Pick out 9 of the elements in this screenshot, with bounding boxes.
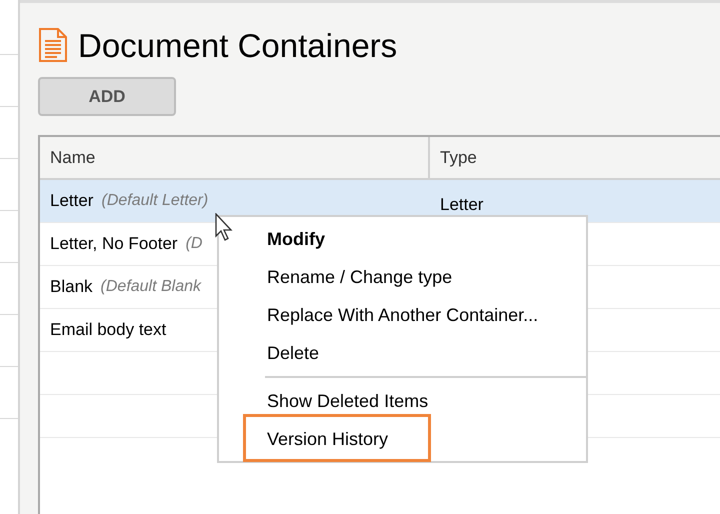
table-cell-text: Email body text <box>50 319 166 342</box>
table-cell-text: Blank <box>50 276 93 298</box>
default-note: (Default Letter) <box>101 191 208 211</box>
table-cell-text: Letter <box>50 190 94 212</box>
default-note: (D <box>186 234 202 254</box>
default-note: (Default Blank <box>100 277 202 297</box>
table-cell: Letter <box>440 195 484 214</box>
table-cell-text: Letter, No Footer <box>50 233 178 256</box>
page-title: Document Containers <box>78 28 398 62</box>
